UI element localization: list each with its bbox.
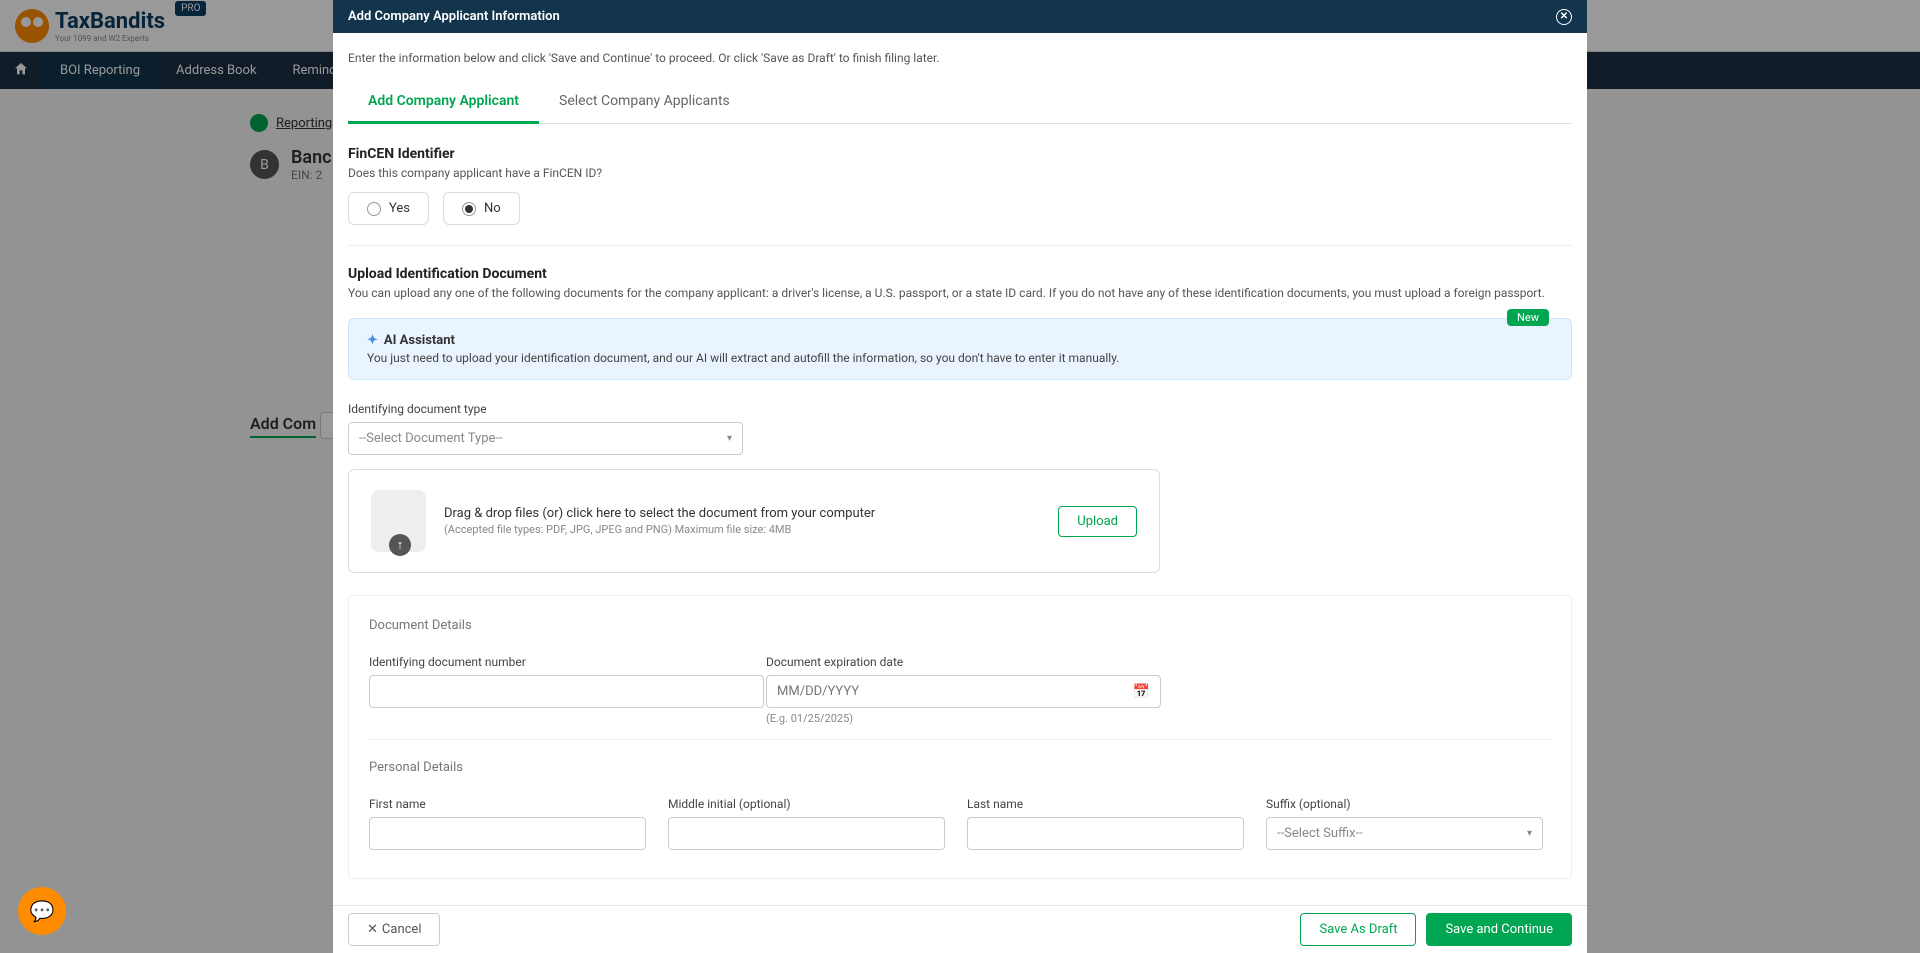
divider	[369, 739, 1551, 740]
save-draft-button[interactable]: Save As Draft	[1300, 913, 1416, 946]
new-badge: New	[1507, 309, 1549, 326]
close-icon[interactable]: ✕	[1556, 9, 1572, 25]
first-name-label: First name	[369, 797, 646, 811]
upload-image-icon	[371, 490, 426, 552]
tab-add-applicant[interactable]: Add Company Applicant	[348, 83, 539, 124]
id-number-label: Identifying document number	[369, 655, 744, 669]
ai-description: You just need to upload your identificat…	[367, 351, 1553, 365]
first-name-input[interactable]	[369, 817, 646, 850]
fincen-heading: FinCEN Identifier	[348, 146, 1572, 162]
fincen-no-radio[interactable]: No	[443, 192, 520, 225]
file-drop-zone[interactable]: Drag & drop files (or) click here to sel…	[348, 469, 1160, 573]
middle-initial-label: Middle initial (optional)	[668, 797, 945, 811]
upload-subtext: You can upload any one of the following …	[348, 286, 1572, 300]
modal-instruction: Enter the information below and click 'S…	[348, 51, 1572, 65]
tabs: Add Company Applicant Select Company App…	[348, 83, 1572, 124]
personal-details-heading: Personal Details	[369, 760, 1551, 775]
chat-fab[interactable]: 💬	[18, 887, 66, 935]
cancel-label: Cancel	[382, 922, 422, 937]
expiration-date-field[interactable]	[777, 684, 1133, 699]
tab-select-applicants[interactable]: Select Company Applicants	[539, 83, 750, 123]
upload-button[interactable]: Upload	[1058, 506, 1137, 537]
divider	[348, 245, 1572, 246]
ai-title-text: AI Assistant	[384, 333, 455, 348]
chat-icon: 💬	[30, 899, 55, 923]
chevron-down-icon: ▾	[1527, 828, 1532, 839]
expiration-input[interactable]: 📅	[766, 675, 1161, 708]
document-details-heading: Document Details	[369, 618, 1551, 633]
middle-initial-input[interactable]	[668, 817, 945, 850]
radio-icon	[367, 202, 381, 216]
modal-header: Add Company Applicant Information ✕	[333, 0, 1587, 33]
fincen-question: Does this company applicant have a FinCE…	[348, 166, 1572, 180]
cancel-button[interactable]: ✕ Cancel	[348, 913, 440, 946]
expiration-label: Document expiration date	[766, 655, 1141, 669]
suffix-select[interactable]: --Select Suffix-- ▾	[1266, 817, 1543, 850]
radio-icon	[462, 202, 476, 216]
suffix-label: Suffix (optional)	[1266, 797, 1543, 811]
ai-title: ✦ AI Assistant	[367, 333, 1553, 348]
calendar-icon[interactable]: 📅	[1133, 684, 1150, 700]
expiration-hint: (E.g. 01/25/2025)	[766, 712, 1141, 725]
ai-assistant-box: New ✦ AI Assistant You just need to uplo…	[348, 318, 1572, 380]
fincen-radio-group: Yes No	[348, 192, 1572, 225]
radio-label-yes: Yes	[389, 201, 410, 216]
modal-footer: ✕ Cancel Save As Draft Save and Continue	[333, 905, 1587, 953]
x-icon: ✕	[367, 922, 378, 937]
modal-body: Enter the information below and click 'S…	[333, 33, 1587, 905]
doc-type-placeholder: --Select Document Type--	[359, 431, 503, 446]
radio-label-no: No	[484, 201, 501, 216]
drop-line1: Drag & drop files (or) click here to sel…	[444, 506, 1040, 521]
chevron-down-icon: ▾	[727, 433, 732, 444]
sparkle-icon: ✦	[367, 333, 378, 348]
id-number-input[interactable]	[369, 675, 764, 708]
save-continue-button[interactable]: Save and Continue	[1426, 913, 1572, 946]
fincen-yes-radio[interactable]: Yes	[348, 192, 429, 225]
upload-heading: Upload Identification Document	[348, 266, 1572, 282]
modal-title: Add Company Applicant Information	[348, 9, 560, 24]
document-details-panel: Document Details Identifying document nu…	[348, 595, 1572, 879]
last-name-label: Last name	[967, 797, 1244, 811]
suffix-placeholder: --Select Suffix--	[1277, 826, 1363, 841]
doc-type-select[interactable]: --Select Document Type-- ▾	[348, 422, 743, 455]
modal: Add Company Applicant Information ✕ Ente…	[333, 0, 1587, 953]
drop-text: Drag & drop files (or) click here to sel…	[444, 506, 1040, 536]
last-name-input[interactable]	[967, 817, 1244, 850]
drop-line2: (Accepted file types: PDF, JPG, JPEG and…	[444, 523, 1040, 536]
doc-type-label: Identifying document type	[348, 402, 1572, 416]
